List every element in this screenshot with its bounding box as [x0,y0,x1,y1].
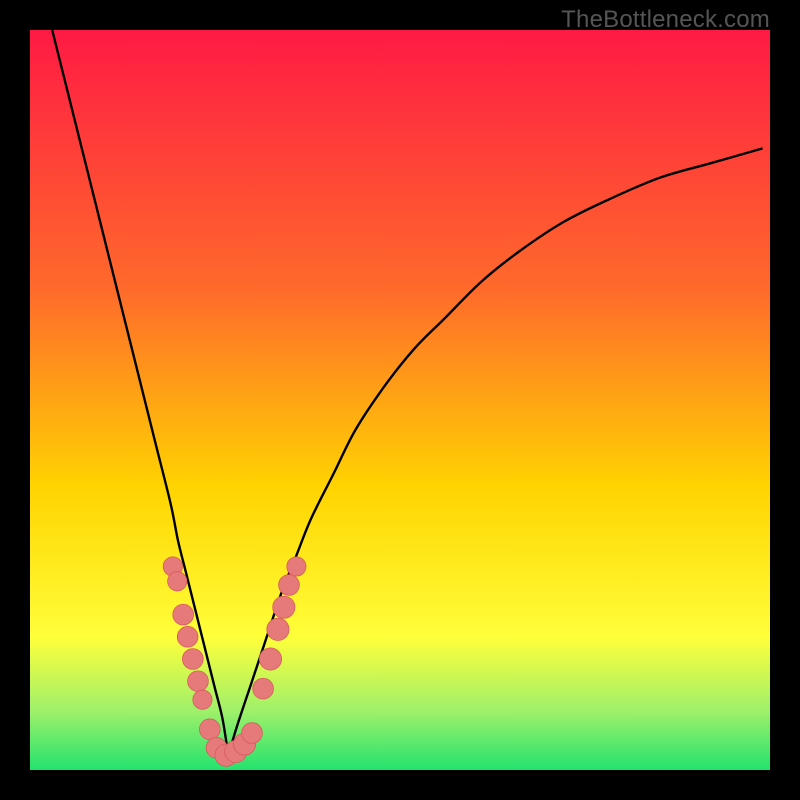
data-marker [182,649,203,670]
data-marker [273,596,295,618]
data-marker [253,678,274,699]
data-marker [199,719,220,740]
outer-frame: TheBottleneck.com [0,0,800,800]
data-marker [242,723,263,744]
data-marker [259,648,281,670]
data-marker [168,572,187,591]
data-marker [267,618,289,640]
watermark-text: TheBottleneck.com [561,6,770,34]
data-marker [177,626,198,647]
data-marker [193,690,212,709]
data-marker [188,671,209,692]
plot-area [30,30,770,770]
chart-svg [30,30,770,770]
data-marker [173,604,194,625]
data-marker [287,557,306,576]
data-marker [279,575,300,596]
gradient-background [30,30,770,770]
